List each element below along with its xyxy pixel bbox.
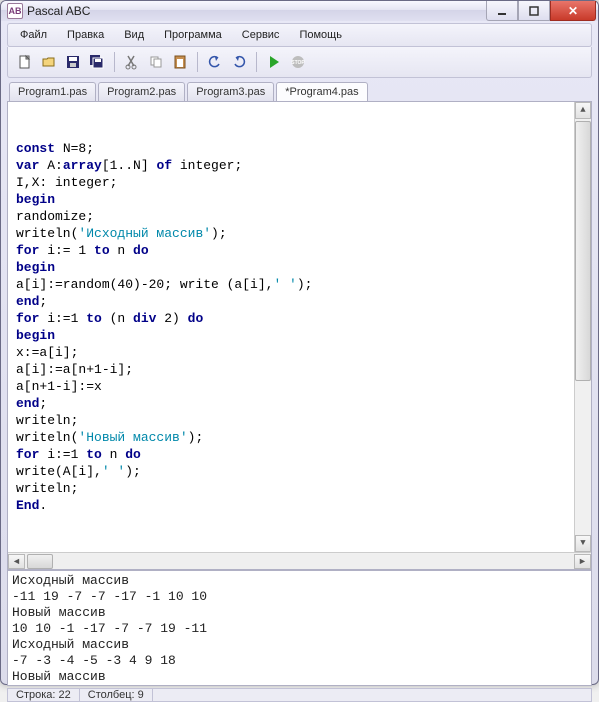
code-line: writeln; — [16, 412, 583, 429]
scroll-up-icon[interactable]: ▲ — [575, 102, 591, 119]
menu-program[interactable]: Программа — [156, 27, 230, 43]
code-line: a[i]:=a[n+1-i]; — [16, 361, 583, 378]
saveall-icon — [89, 54, 105, 70]
redo-button[interactable] — [228, 51, 250, 73]
app-icon: AB — [7, 3, 23, 19]
tab-program1[interactable]: Program1.pas — [9, 82, 96, 101]
output-console[interactable]: Исходный массив -11 19 -7 -7 -17 -1 10 1… — [8, 571, 591, 685]
code-line: End. — [16, 497, 583, 514]
saveall-button[interactable] — [86, 51, 108, 73]
minimize-button[interactable] — [486, 1, 518, 21]
minimize-icon — [497, 6, 507, 16]
stop-icon: STOP — [290, 54, 306, 70]
tab-program2[interactable]: Program2.pas — [98, 82, 185, 101]
code-line: begin — [16, 259, 583, 276]
toolbar-separator — [114, 52, 115, 72]
save-icon — [65, 54, 81, 70]
toolbar-separator — [197, 52, 198, 72]
new-button[interactable] — [14, 51, 36, 73]
window-title: Pascal ABC — [27, 4, 90, 18]
open-button[interactable] — [38, 51, 60, 73]
titlebar: AB Pascal ABC ✕ — [1, 1, 598, 21]
copy-button[interactable] — [145, 51, 167, 73]
code-line: for i:=1 to (n div 2) do — [16, 310, 583, 327]
code-line: randomize; — [16, 208, 583, 225]
maximize-icon — [529, 6, 539, 16]
code-line: writeln('Новый массив'); — [16, 429, 583, 446]
status-line: Строка: 22 — [8, 689, 80, 701]
undo-button[interactable] — [204, 51, 226, 73]
vertical-scrollbar[interactable]: ▲ ▼ — [574, 102, 591, 552]
code-line: var A:array[1..N] of integer; — [16, 157, 583, 174]
code-line: const N=8; — [16, 140, 583, 157]
code-editor[interactable]: const N=8;var A:array[1..N] of integer;I… — [8, 102, 591, 552]
menu-file[interactable]: Файл — [12, 27, 55, 43]
code-line: for i:= 1 to n do — [16, 242, 583, 259]
tab-program3[interactable]: Program3.pas — [187, 82, 274, 101]
code-line: I,X: integer; — [16, 174, 583, 191]
svg-text:STOP: STOP — [291, 60, 305, 66]
scroll-thumb[interactable] — [575, 121, 591, 381]
code-line: writeln; — [16, 480, 583, 497]
menubar: Файл Правка Вид Программа Сервис Помощь — [7, 23, 592, 47]
code-line: for i:=1 to n do — [16, 446, 583, 463]
horizontal-scrollbar[interactable]: ◄ ► — [8, 552, 591, 569]
code-line: write(A[i],' '); — [16, 463, 583, 480]
tab-program4[interactable]: *Program4.pas — [276, 82, 367, 101]
code-line: begin — [16, 327, 583, 344]
save-button[interactable] — [62, 51, 84, 73]
code-line: end; — [16, 293, 583, 310]
code-line: a[n+1-i]:=x — [16, 378, 583, 395]
code-line: a[i]:=random(40)-20; write (a[i],' '); — [16, 276, 583, 293]
status-column: Столбец: 9 — [80, 689, 153, 701]
code-line: x:=a[i]; — [16, 344, 583, 361]
output-pane: Исходный массив -11 19 -7 -7 -17 -1 10 1… — [7, 570, 592, 686]
code-line: end; — [16, 395, 583, 412]
toolbar: STOP — [7, 47, 592, 78]
close-icon: ✕ — [568, 4, 578, 18]
maximize-button[interactable] — [518, 1, 550, 21]
app-window: AB Pascal ABC ✕ Файл Правка Вид Программ… — [0, 0, 599, 685]
menu-help[interactable]: Помощь — [291, 27, 350, 43]
status-spacer — [153, 689, 591, 701]
stop-button[interactable]: STOP — [287, 51, 309, 73]
paste-icon — [172, 54, 188, 70]
new-file-icon — [17, 54, 33, 70]
statusbar: Строка: 22 Столбец: 9 — [7, 688, 592, 702]
run-button[interactable] — [263, 51, 285, 73]
cut-icon — [124, 54, 140, 70]
redo-icon — [231, 54, 247, 70]
run-icon — [266, 54, 282, 70]
tabstrip: Program1.pas Program2.pas Program3.pas *… — [7, 82, 592, 101]
code-line: begin — [16, 191, 583, 208]
menu-edit[interactable]: Правка — [59, 27, 112, 43]
editor-pane: const N=8;var A:array[1..N] of integer;I… — [7, 101, 592, 570]
toolbar-separator — [256, 52, 257, 72]
menu-service[interactable]: Сервис — [234, 27, 288, 43]
paste-button[interactable] — [169, 51, 191, 73]
close-button[interactable]: ✕ — [550, 1, 596, 21]
scroll-left-icon[interactable]: ◄ — [8, 554, 25, 569]
scroll-thumb-h[interactable] — [27, 554, 53, 569]
copy-icon — [148, 54, 164, 70]
open-folder-icon — [41, 54, 57, 70]
menu-view[interactable]: Вид — [116, 27, 152, 43]
scroll-right-icon[interactable]: ► — [574, 554, 591, 569]
code-line: writeln('Исходный массив'); — [16, 225, 583, 242]
cut-button[interactable] — [121, 51, 143, 73]
undo-icon — [207, 54, 223, 70]
window-controls: ✕ — [486, 1, 596, 21]
scroll-down-icon[interactable]: ▼ — [575, 535, 591, 552]
